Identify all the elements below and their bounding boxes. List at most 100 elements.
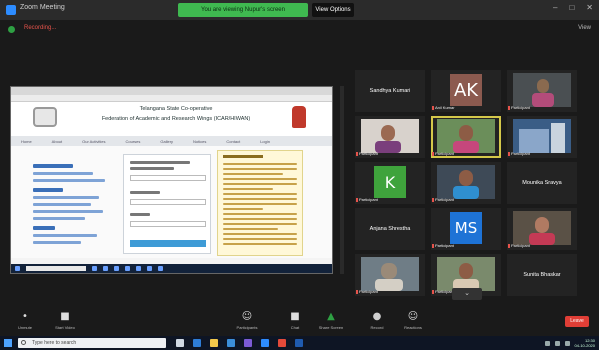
unmute-button[interactable]: • Unmute [10,311,40,330]
nav-item: Courses [125,138,141,144]
participant-name: Anil Kumar [435,105,455,110]
participant-name: Participant [435,243,454,248]
network-icon[interactable] [544,340,550,346]
mail-icon[interactable] [227,339,235,347]
website-nav: Home About Our Activities Courses Galler… [11,136,332,146]
website-header: Telangana State Co-operative Federation … [11,102,332,136]
participants-icon: ☺ [241,311,253,322]
taskbar-search-placeholder: Type here to search [32,340,77,346]
participant-name: Participant [511,105,530,110]
system-tray: 12:30 04-10-2020 [544,338,595,348]
participant-tile[interactable]: Participant [507,208,577,250]
website-content [11,146,332,258]
taskbar-search-box[interactable]: Type here to search [18,338,166,348]
start-video-button[interactable]: ■ Start Video [50,311,80,330]
search-icon [21,340,26,345]
participant-video [513,73,571,107]
nav-item: Notices [193,138,207,144]
reactions-icon: ☺ [407,311,419,322]
recording-indicator: Recording... [24,25,57,31]
nav-item: Contact [226,138,241,144]
video-camera-icon: ■ [60,311,70,322]
zoom-app-icon [6,5,16,15]
nav-item: About [51,138,63,144]
volume-icon[interactable] [554,340,560,346]
window-controls: – □ ✕ [553,3,593,12]
share-divider[interactable] [340,86,344,274]
participant-avatar: AK [450,74,482,106]
window-title: Zoom Meeting [20,4,65,11]
share-screen-button[interactable]: ▲ Share Screen [316,311,346,330]
view-options-button[interactable]: View Options [312,3,354,17]
zoom-taskbar-icon[interactable] [261,339,269,347]
shared-windows-taskbar [11,264,332,273]
taskbar-pinned-apps [176,339,303,347]
minimize-icon[interactable]: – [553,3,557,12]
participant-name: Mounika Sravya [522,180,562,186]
participant-tile[interactable]: Participant [431,162,501,204]
reactions-button[interactable]: ☺ Reactions [398,311,428,330]
participant-video [513,119,571,153]
edge-browser-icon[interactable] [193,339,201,347]
browser-address-bar [11,95,332,102]
window-titlebar: Zoom Meeting You are viewing Nupur's scr… [0,0,599,20]
clock-date: 04-10-2020 [574,343,595,348]
record-icon: ● [372,311,382,322]
participant-name: Participant [359,151,378,156]
site-subtitle: Federation of Academic and Research Wing… [101,116,251,122]
taskbar-clock[interactable]: 12:30 04-10-2020 [575,338,595,348]
participant-name: Sunita Bhaskar [523,272,561,278]
word-icon[interactable] [295,339,303,347]
participant-video [513,211,571,245]
participant-tile[interactable]: K Participant [355,162,425,204]
screen-share-banner: You are viewing Nupur's screen [178,3,308,17]
website-form-panel [123,154,211,254]
participant-tile[interactable]: Mounika Sravya [507,162,577,204]
maximize-icon[interactable]: □ [569,3,574,12]
meeting-statusbar: Recording... View [0,20,599,38]
chat-button[interactable]: ■ Chat [280,311,310,330]
share-screen-icon: ▲ [327,311,335,322]
file-explorer-icon[interactable] [210,339,218,347]
participant-tile[interactable]: Participant [507,70,577,112]
site-emblem-icon [292,106,306,128]
nav-item: Gallery [160,138,174,144]
participant-name: Participant [359,289,378,294]
participant-tile[interactable]: Participant [355,116,425,158]
participant-video [437,257,495,291]
participant-gallery: Sandhya Kumari AK Anil Kumar Participant… [355,70,579,312]
participant-tile[interactable]: Sunita Bhaskar [507,254,577,296]
meeting-controls: • Unmute ■ Start Video ☺ Participants ■ … [0,306,599,336]
participant-tile-active-speaker[interactable]: Participant [431,116,501,158]
browser-tab-strip [11,87,332,95]
participant-tile[interactable]: Sandhya Kumari [355,70,425,112]
website-link-list [33,158,117,248]
close-icon[interactable]: ✕ [586,3,593,12]
chrome-browser-icon[interactable] [278,339,286,347]
website-notice-panel [217,150,303,256]
nav-item: Our Activities [82,138,106,144]
record-button[interactable]: ● Record [362,311,392,330]
participant-video [361,119,419,153]
participant-name: Participant [435,151,454,156]
participant-tile[interactable]: Participant [355,254,425,296]
gallery-next-page-button[interactable]: ⌄ [452,288,482,300]
view-button[interactable]: View [578,25,591,31]
participant-tile[interactable]: AK Anil Kumar [431,70,501,112]
task-view-icon[interactable] [176,339,184,347]
participants-button[interactable]: ☺ Participants [232,311,262,330]
chat-icon: ■ [290,311,300,322]
participant-video [361,257,419,291]
participant-tile[interactable]: Participant [507,116,577,158]
nav-item: Login [260,138,270,144]
participant-tile[interactable]: MS Participant [431,208,501,250]
participant-avatar: MS [450,212,482,244]
battery-icon[interactable] [564,340,570,346]
participant-name: Participant [359,197,378,202]
participant-tile[interactable]: Anjana Shrestha [355,208,425,250]
store-icon[interactable] [244,339,252,347]
participant-name: Participant [511,151,530,156]
leave-meeting-button[interactable]: Leave [565,316,589,327]
windows-start-icon[interactable] [4,339,12,347]
security-shield-icon[interactable] [8,26,15,33]
